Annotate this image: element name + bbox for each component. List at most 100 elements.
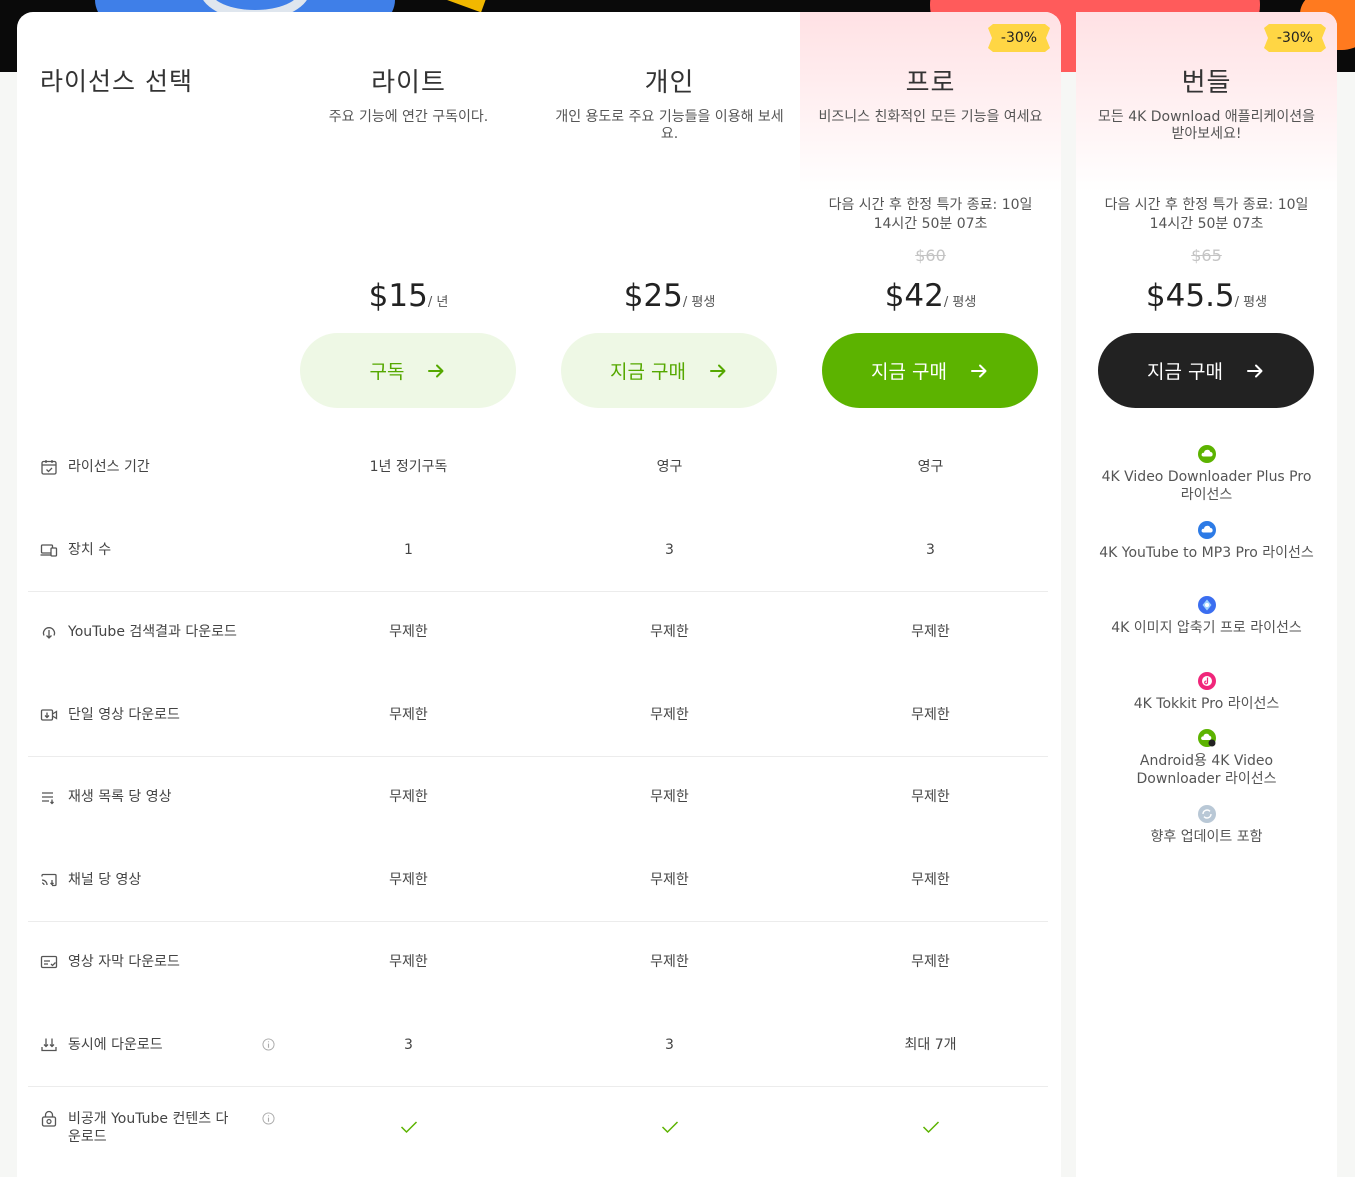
price-period: / 평생 bbox=[943, 295, 977, 310]
feature-value-pro: 무제한 bbox=[911, 954, 950, 970]
arrow-right-icon bbox=[970, 364, 987, 377]
plan-description: 개인 용도로 주요 기능들을 이용해 보세요. bbox=[555, 109, 784, 142]
price-amount: $45.5 bbox=[1145, 278, 1235, 314]
feature-value-lite: 1년 정기구독 bbox=[369, 459, 448, 475]
feature-label-text: 영상 자막 다운로드 bbox=[68, 954, 180, 970]
section-divider bbox=[28, 921, 1048, 922]
section-divider bbox=[28, 591, 1048, 592]
feature-value-lite: 3 bbox=[404, 1037, 413, 1053]
feature-value-lite: 무제한 bbox=[389, 789, 428, 805]
feature-row-search-download: YouTube 검색결과 다운로드 무제한 무제한 무제한 bbox=[28, 623, 1048, 663]
plan-price: $15/ 년 bbox=[278, 278, 539, 314]
simultaneous-download-icon bbox=[41, 1038, 57, 1052]
feature-label-text: 동시에 다운로드 bbox=[68, 1037, 163, 1053]
channel-icon bbox=[41, 873, 57, 887]
price-period: / 평생 bbox=[682, 295, 716, 310]
feature-value-pro: 무제한 bbox=[911, 789, 950, 805]
feature-label: 영상 자막 다운로드 bbox=[40, 953, 290, 971]
feature-value-personal: 3 bbox=[665, 1037, 674, 1053]
feature-value-personal: 무제한 bbox=[650, 707, 689, 723]
search-download-icon bbox=[42, 627, 56, 639]
feature-label: 동시에 다운로드 bbox=[40, 1036, 290, 1054]
feature-value-lite bbox=[278, 1120, 539, 1139]
feature-row-private-content: 비공개 YouTube 컨텐츠 다운로드 bbox=[28, 1110, 1048, 1150]
subscribe-button-lite[interactable]: 구독 bbox=[300, 333, 516, 408]
arrow-right-icon bbox=[709, 364, 726, 377]
original-price: $60 bbox=[915, 246, 946, 265]
plan-price: $25/ 평생 bbox=[539, 278, 800, 314]
feature-value-personal: 무제한 bbox=[650, 789, 689, 805]
feature-row-channel: 채널 당 영상 무제한 무제한 무제한 bbox=[28, 871, 1048, 911]
original-price: $65 bbox=[1191, 246, 1222, 265]
info-icon[interactable] bbox=[262, 1038, 275, 1051]
sale-countdown: 다음 시간 후 한정 특가 종료: 10일 14시간 50분 07초 bbox=[1104, 197, 1309, 232]
playlist-icon bbox=[42, 792, 54, 805]
buy-now-button-personal[interactable]: 지금 구매 bbox=[561, 333, 777, 408]
plan-price: $42/ 평생 bbox=[800, 278, 1061, 314]
feature-value-pro: 무제한 bbox=[911, 872, 950, 888]
plan-name: 프로 bbox=[905, 68, 956, 98]
feature-value-lite: 무제한 bbox=[389, 624, 428, 640]
checkmark-icon bbox=[661, 1121, 678, 1134]
page-title: 라이선스 선택 bbox=[40, 67, 193, 96]
buy-now-button-bundle[interactable]: 지금 구매 bbox=[1098, 333, 1314, 408]
bundle-item-text: 4K 이미지 압축기 프로 라이선스 bbox=[1111, 620, 1302, 636]
checkmark-icon bbox=[922, 1121, 939, 1134]
feature-value-lite: 무제한 bbox=[389, 954, 428, 970]
feature-label-text: 라이선스 기간 bbox=[68, 459, 150, 475]
feature-value-personal: 영구 bbox=[656, 459, 683, 475]
feature-label-text: YouTube 검색결과 다운로드 bbox=[68, 624, 237, 640]
feature-value-pro: 최대 7개 bbox=[904, 1037, 957, 1053]
devices-icon bbox=[40, 544, 58, 557]
plan-price: $45.5/ 평생 bbox=[1076, 278, 1337, 314]
private-lock-icon bbox=[41, 1110, 57, 1127]
video-download-icon bbox=[40, 709, 58, 721]
feature-row-playlist: 재생 목록 당 영상 무제한 무제한 무제한 bbox=[28, 788, 1048, 828]
feature-label: 단일 영상 다운로드 bbox=[40, 706, 290, 724]
plan-pro: 프로 비즈니스 친화적인 모든 기능을 여세요 다음 시간 후 한정 특가 종료… bbox=[800, 0, 1061, 420]
feature-label: 재생 목록 당 영상 bbox=[40, 788, 290, 806]
image-compressor-app-icon bbox=[1197, 596, 1216, 614]
feature-label-text: 채널 당 영상 bbox=[68, 872, 142, 888]
button-label: 지금 구매 bbox=[610, 361, 686, 383]
youtube-mp3-app-icon bbox=[1197, 521, 1216, 539]
section-divider bbox=[28, 1086, 1048, 1087]
feature-row-subtitles: 영상 자막 다운로드 무제한 무제한 무제한 bbox=[28, 953, 1048, 993]
plan-description: 모든 4K Download 애플리케이션을 받아보세요! bbox=[1098, 109, 1315, 142]
feature-row-license-period: 라이선스 기간 1년 정기구독 영구 영구 bbox=[28, 458, 1048, 498]
list-item: 4K Tokkit Pro 라이선스 bbox=[1076, 671, 1337, 713]
list-item: 4K YouTube to MP3 Pro 라이선스 bbox=[1076, 520, 1337, 562]
checkmark-icon bbox=[400, 1121, 417, 1134]
feature-value-personal: 무제한 bbox=[650, 954, 689, 970]
feature-value-lite: 무제한 bbox=[389, 872, 428, 888]
price-amount: $15 bbox=[368, 278, 428, 314]
bundle-item-text: Android용 4K Video Downloader 라이선스 bbox=[1136, 753, 1277, 787]
feature-value-lite: 무제한 bbox=[389, 707, 428, 723]
feature-value-personal: 무제한 bbox=[650, 872, 689, 888]
price-period: / 평생 bbox=[1234, 295, 1268, 310]
tokkit-app-icon bbox=[1197, 672, 1216, 690]
feature-row-single-video: 단일 영상 다운로드 무제한 무제한 무제한 bbox=[28, 706, 1048, 746]
price-period: / 년 bbox=[427, 295, 449, 310]
calendar-icon bbox=[41, 460, 57, 475]
plan-lite: 라이트 주요 기능에 연간 구독이다. $15/ 년 구독 bbox=[278, 0, 539, 420]
video-downloader-app-icon bbox=[1197, 445, 1216, 463]
plan-description: 비즈니스 친화적인 모든 기능을 여세요 bbox=[818, 109, 1043, 125]
feature-label-text: 단일 영상 다운로드 bbox=[68, 707, 180, 723]
feature-value-personal: 3 bbox=[665, 542, 674, 558]
list-item: 향후 업데이트 포함 bbox=[1076, 804, 1337, 846]
subtitles-icon bbox=[40, 955, 58, 969]
android-downloader-app-icon bbox=[1197, 729, 1216, 747]
sale-countdown: 다음 시간 후 한정 특가 종료: 10일 14시간 50분 07초 bbox=[828, 197, 1033, 232]
feature-label-text: 비공개 YouTube 컨텐츠 다운로드 bbox=[68, 1111, 229, 1145]
feature-value-personal: 무제한 bbox=[650, 624, 689, 640]
info-icon[interactable] bbox=[262, 1112, 275, 1125]
plan-description: 주요 기능에 연간 구독이다. bbox=[328, 109, 489, 125]
updates-icon bbox=[1197, 805, 1216, 823]
buy-now-button-pro[interactable]: 지금 구매 bbox=[822, 333, 1038, 408]
bundle-item-text: 4K Tokkit Pro 라이선스 bbox=[1133, 696, 1280, 712]
button-label: 지금 구매 bbox=[1147, 361, 1223, 383]
arrow-right-icon bbox=[428, 364, 444, 377]
feature-row-simultaneous: 동시에 다운로드 3 3 최대 7개 bbox=[28, 1036, 1048, 1076]
arrow-right-icon bbox=[1246, 364, 1263, 377]
